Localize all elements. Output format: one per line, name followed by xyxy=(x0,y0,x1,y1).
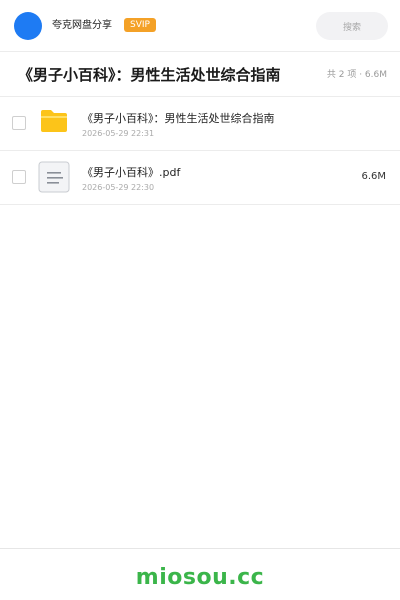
file-date: 2026-05-29 22:30 xyxy=(82,183,155,192)
file-row[interactable]: 《男子小百科》.pdf 2026-05-29 22:30 6.6M xyxy=(0,151,400,205)
folder-title-bar: 《男子小百科》：男性生活处世综合指南 共 2 项 · 6.6M xyxy=(0,52,400,97)
page-title: 《男子小百科》：男性生活处世综合指南 xyxy=(18,66,281,84)
file-row[interactable]: 《男子小百科》：男性生活处世综合指南 2026-05-29 22:31 xyxy=(0,97,400,151)
item-summary: 共 2 项 · 6.6M xyxy=(326,70,387,80)
row-checkbox[interactable] xyxy=(12,116,26,130)
file-size: 6.6M xyxy=(361,171,386,182)
document-icon xyxy=(38,161,70,193)
file-date: 2026-05-29 22:31 xyxy=(82,129,155,138)
footer: miosou.cc xyxy=(0,548,400,600)
row-checkbox[interactable] xyxy=(12,170,26,184)
header: 夸克网盘分享 SVIP 搜索 xyxy=(0,0,400,52)
file-name: 《男子小百科》.pdf xyxy=(82,166,181,179)
avatar[interactable] xyxy=(14,12,42,40)
brand-logo-text[interactable]: miosou.cc xyxy=(0,565,400,591)
search-input[interactable]: 搜索 xyxy=(316,12,388,40)
file-name: 《男子小百科》：男性生活处世综合指南 xyxy=(82,112,275,125)
svip-badge: SVIP xyxy=(124,18,156,32)
share-page: 夸克网盘分享 SVIP 搜索 《男子小百科》：男性生活处世综合指南 共 2 项 … xyxy=(0,0,400,600)
folder-icon xyxy=(41,110,67,132)
app-name: 夸克网盘分享 xyxy=(52,20,112,31)
